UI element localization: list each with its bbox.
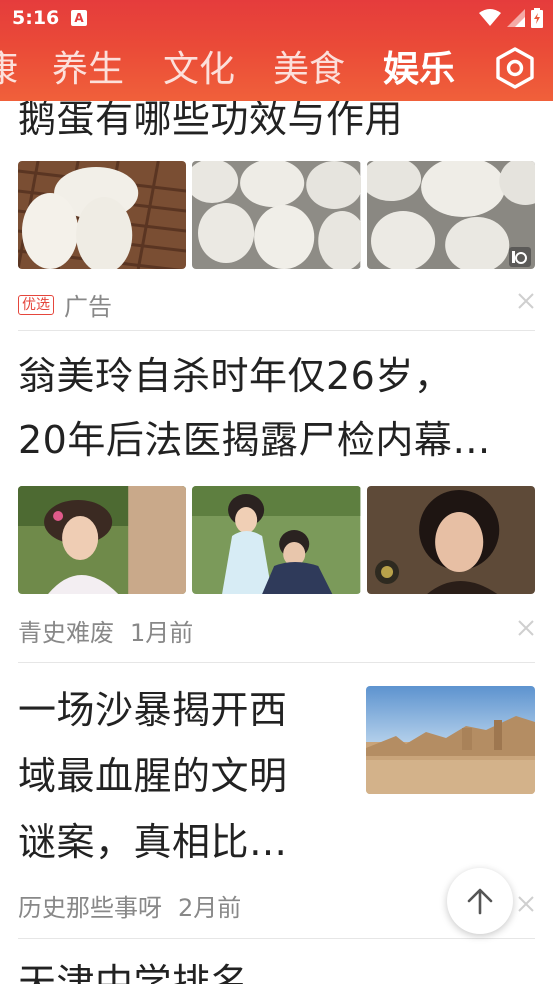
article-title[interactable]: 天津中学排名 xyxy=(18,951,249,984)
article-title-line[interactable]: 谜案，真相比… xyxy=(18,809,288,875)
app-header: 5:16 A 康 养生 文化 美食 娱乐 xyxy=(0,0,553,101)
desert-ruins-image[interactable] xyxy=(366,686,535,794)
actress-portrait-photo xyxy=(366,486,535,594)
article-image-row[interactable] xyxy=(18,161,535,269)
article-source: 青史难废 xyxy=(18,619,114,647)
article-title-line[interactable]: 翁美玲自杀时年仅26岁， xyxy=(18,344,452,408)
costume-actress-photo xyxy=(18,486,187,594)
goose-eggs-closeup-image xyxy=(366,161,535,269)
status-icons xyxy=(479,8,543,28)
tab-entertainment[interactable]: 娱乐 xyxy=(383,46,455,94)
tab-health[interactable]: 康 xyxy=(0,46,18,94)
goose-egg-basket-image xyxy=(18,161,187,269)
ad-source-icon xyxy=(508,247,531,267)
status-bar: 5:16 A xyxy=(0,0,553,38)
arrow-up-icon xyxy=(467,888,493,915)
article-meta: 青史难废 1月前 xyxy=(18,613,193,648)
preferred-badge: 优选 xyxy=(18,294,54,315)
article-time: 2月前 xyxy=(178,894,242,922)
news-feed-screen: 5:16 A 康 养生 文化 美食 娱乐 鹅蛋有哪些功效与作用 优选 广告 翁美… xyxy=(0,0,553,984)
category-tabs: 康 养生 文化 美食 娱乐 xyxy=(0,38,553,101)
article-title-line[interactable]: 20年后法医揭露尸检内幕… xyxy=(18,408,491,472)
scroll-to-top-button[interactable] xyxy=(447,868,513,934)
divider xyxy=(18,330,535,331)
dismiss-icon[interactable] xyxy=(517,895,535,913)
article-image-row[interactable] xyxy=(18,486,535,594)
article-meta: 历史那些事呀 2月前 xyxy=(18,888,241,923)
notification-icon: A xyxy=(71,10,87,26)
dismiss-icon[interactable] xyxy=(517,619,535,637)
tab-culture[interactable]: 文化 xyxy=(163,46,235,94)
ad-label: 广告 xyxy=(64,293,112,321)
signal-icon xyxy=(507,9,525,27)
battery-icon xyxy=(531,8,543,28)
status-time: 5:16 xyxy=(12,7,60,29)
tab-food[interactable]: 美食 xyxy=(273,46,345,94)
dismiss-icon[interactable] xyxy=(517,292,535,310)
article-time: 1月前 xyxy=(130,619,194,647)
tab-wellness[interactable]: 养生 xyxy=(52,46,124,94)
hexagon-settings-icon xyxy=(496,47,534,89)
goose-eggs-pile-image xyxy=(192,161,361,269)
couple-photo xyxy=(192,486,361,594)
wifi-icon xyxy=(479,9,501,26)
article-meta: 优选 广告 xyxy=(18,287,112,322)
divider xyxy=(18,662,535,663)
divider xyxy=(18,938,535,939)
channel-settings-button[interactable] xyxy=(493,46,537,90)
article-title-line[interactable]: 一场沙暴揭开西 xyxy=(18,677,288,743)
article-source: 历史那些事呀 xyxy=(18,894,162,922)
article-title-line[interactable]: 域最血腥的文明 xyxy=(18,743,288,809)
